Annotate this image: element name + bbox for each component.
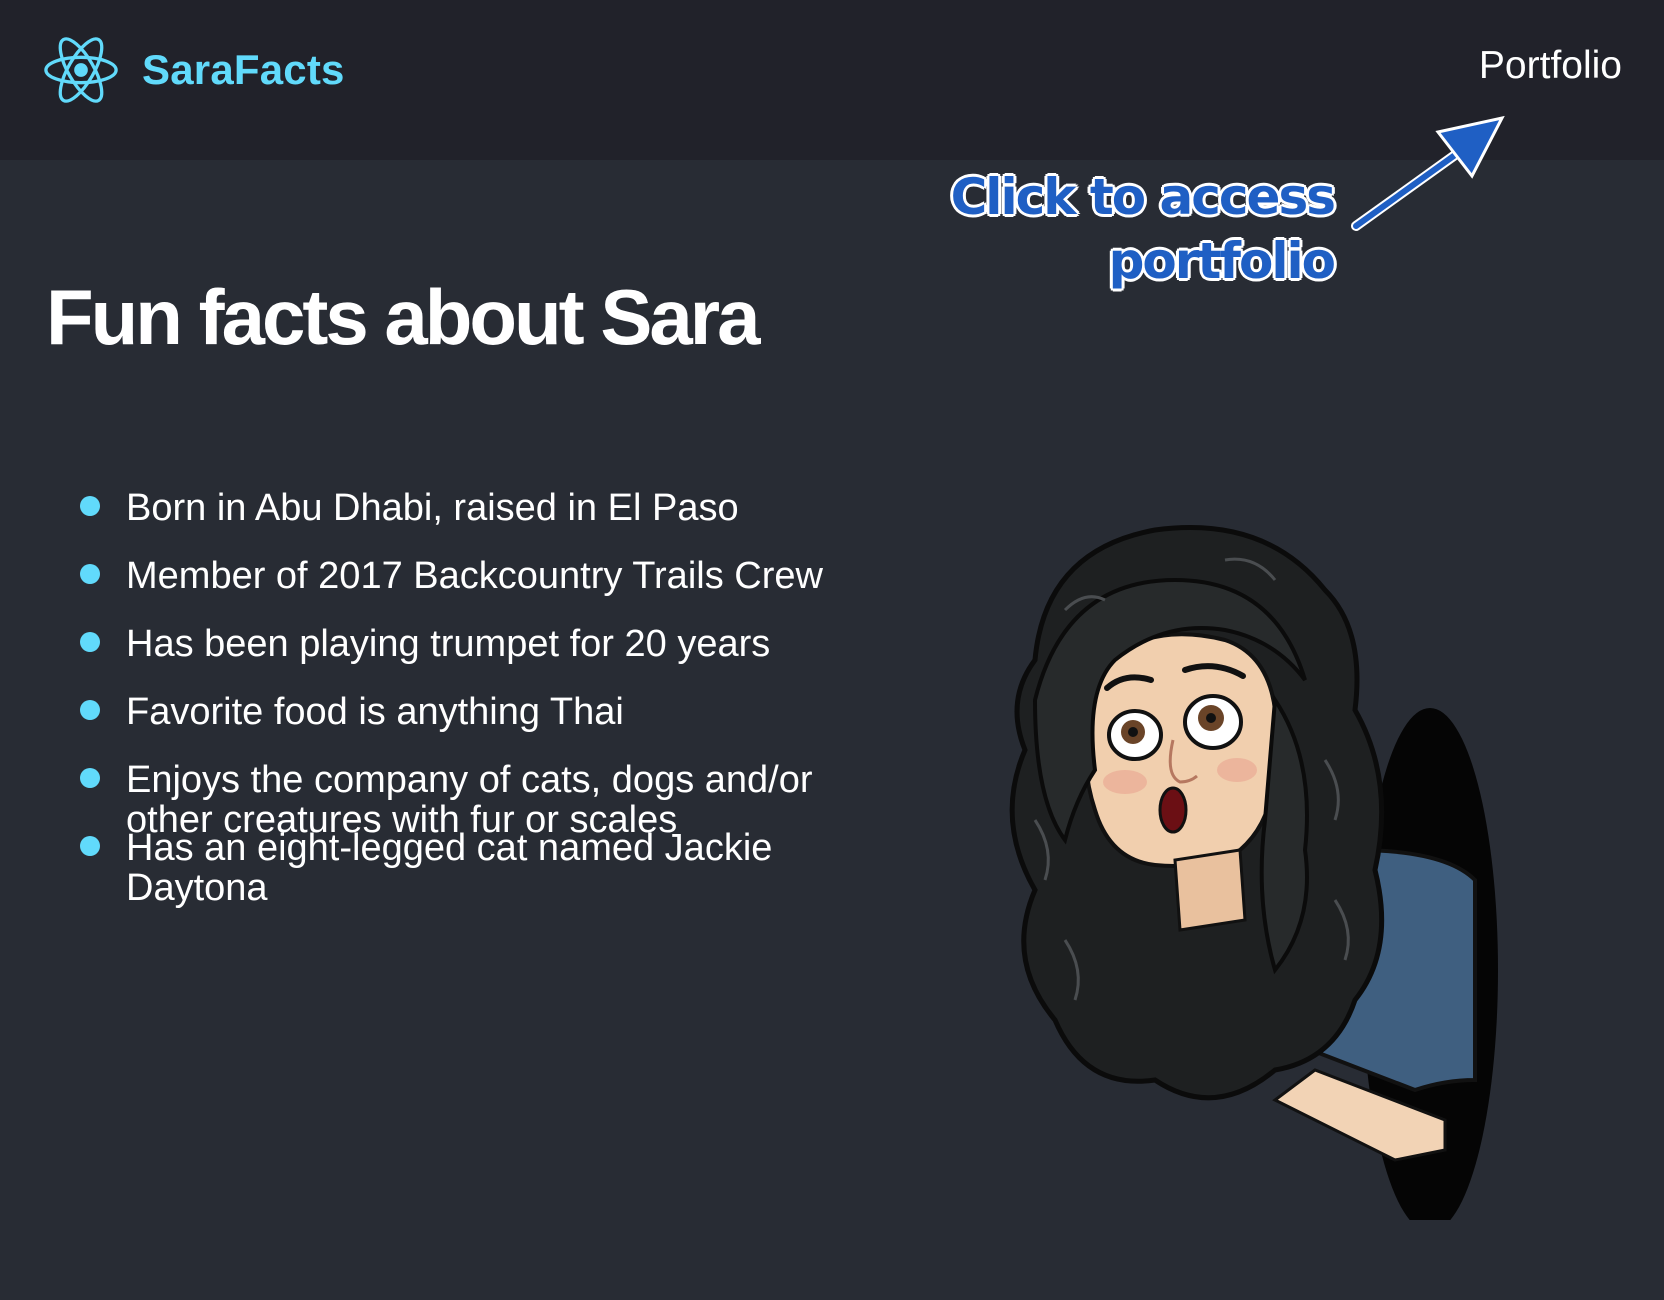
bullet-icon <box>80 632 100 652</box>
bitmoji-avatar <box>975 520 1515 1232</box>
bullet-icon <box>80 700 100 720</box>
callout-line-2: portfolio <box>1108 232 1336 290</box>
fact-text: Has been playing trumpet for 20 years <box>126 623 771 665</box>
fact-text: Has an eight-legged cat named Jackie Day… <box>126 827 773 909</box>
list-item: Member of 2017 Backcountry Trails Crew <box>80 556 823 596</box>
list-item: Born in Abu Dhabi, raised in El Paso <box>80 488 739 528</box>
bullet-icon <box>80 768 100 788</box>
list-item: Has an eight-legged cat named Jackie Day… <box>80 828 846 908</box>
list-item: Favorite food is anything Thai <box>80 692 624 732</box>
brand-name: SaraFacts <box>142 46 345 93</box>
bullet-icon <box>80 836 100 856</box>
page-title: Fun facts about Sara <box>46 273 760 361</box>
fact-text: Favorite food is anything Thai <box>126 691 624 733</box>
list-item: Has been playing trumpet for 20 years <box>80 624 770 664</box>
react-logo-icon <box>42 34 120 106</box>
arrow-up-right-icon <box>1350 112 1510 237</box>
fact-text: Member of 2017 Backcountry Trails Crew <box>126 555 823 597</box>
brand-link[interactable]: SaraFacts <box>42 34 345 106</box>
portfolio-callout: Click to access portfolio <box>950 165 1336 293</box>
fact-text: Born in Abu Dhabi, raised in El Paso <box>126 487 739 529</box>
callout-line-1: Click to access <box>950 168 1336 226</box>
bullet-icon <box>80 564 100 584</box>
portfolio-link[interactable]: Portfolio <box>1479 44 1622 88</box>
bullet-icon <box>80 496 100 516</box>
